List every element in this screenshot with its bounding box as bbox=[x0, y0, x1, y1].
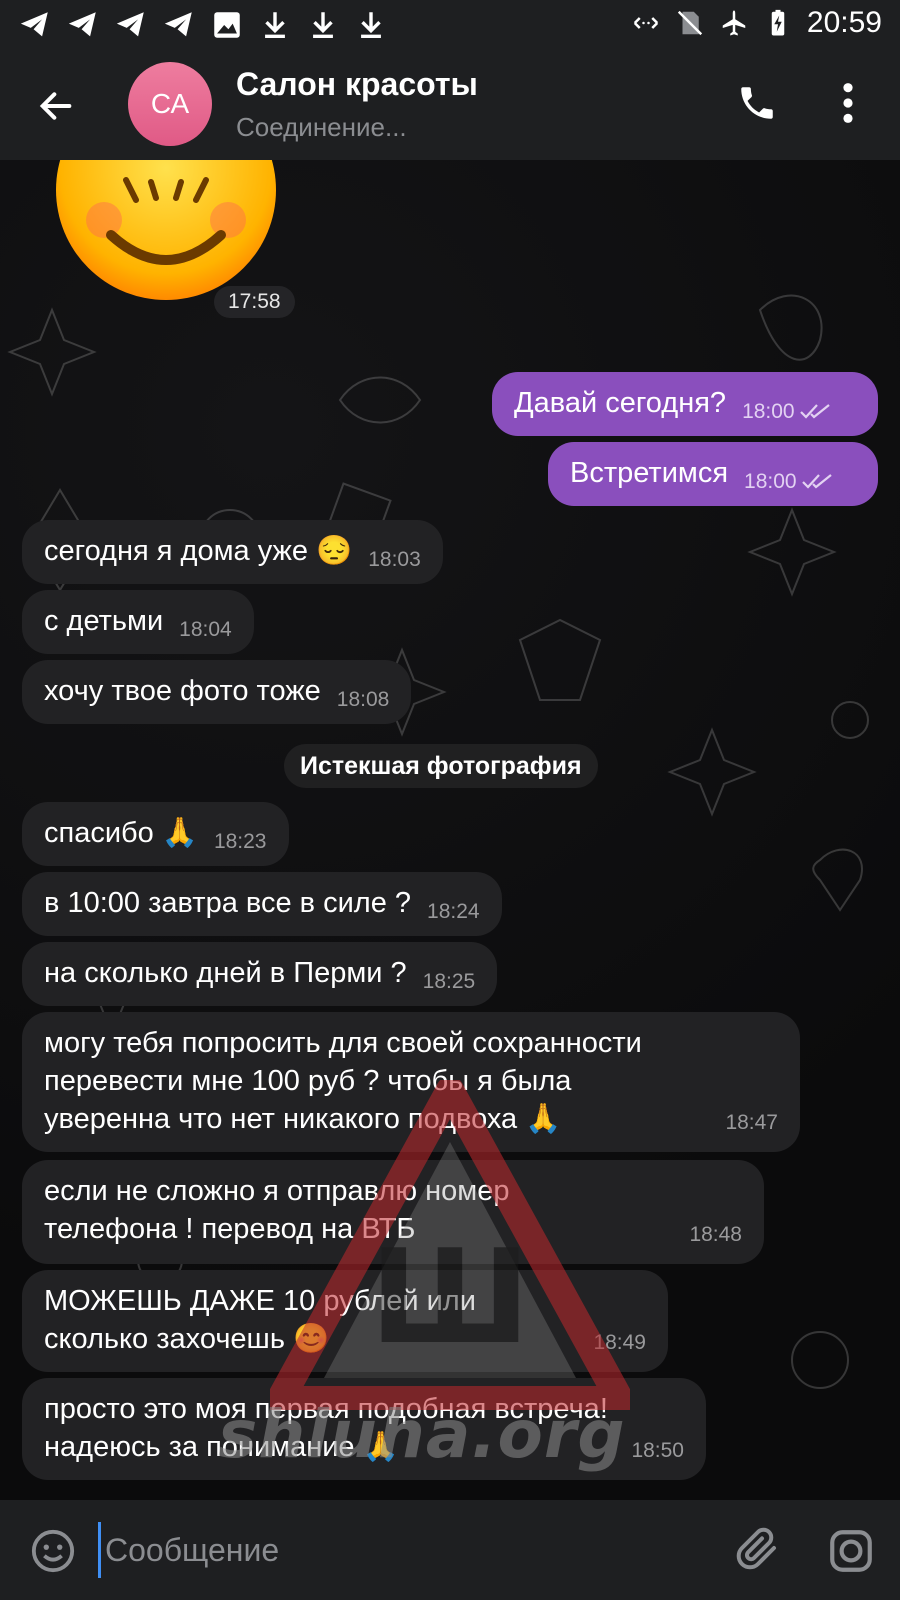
outgoing-message[interactable]: Встретимся 18:00 bbox=[548, 442, 878, 506]
telegram-icon bbox=[164, 12, 192, 37]
telegram-icon bbox=[116, 12, 144, 37]
message-time: 18:48 bbox=[689, 1223, 742, 1246]
telegram-icon bbox=[20, 12, 48, 37]
connection-status: Соединение... bbox=[236, 112, 407, 142]
clock: 20:59 bbox=[806, 6, 882, 39]
double-check-icon bbox=[799, 404, 830, 419]
message-time: 18:00 bbox=[744, 463, 835, 501]
double-check-icon bbox=[801, 474, 832, 489]
system-icons: 20:59 bbox=[631, 6, 882, 40]
download-icon bbox=[361, 12, 381, 39]
data-saver-icon bbox=[633, 17, 659, 29]
sticker-timestamp: 17:58 bbox=[214, 286, 295, 318]
no-sim-icon bbox=[677, 10, 703, 36]
message-input-bar: Сообщение bbox=[0, 1500, 900, 1600]
message-time: 18:24 bbox=[427, 900, 480, 923]
message-text: с детьми bbox=[44, 605, 164, 637]
incoming-message[interactable]: на сколько дней в Перми ? 18:25 bbox=[22, 942, 498, 1006]
chat-messages[interactable]: 17:58 Давай сегодня? 18:00 Встретимся 18:0… bbox=[0, 160, 900, 1500]
message-time: 18:25 bbox=[422, 970, 476, 993]
expired-photo-notice[interactable]: Истекшая фотография bbox=[284, 744, 598, 788]
notification-icons bbox=[18, 8, 388, 42]
chat-title[interactable]: Салон красоты bbox=[236, 66, 478, 103]
emoji-icon[interactable] bbox=[30, 1528, 76, 1574]
incoming-message[interactable]: спасибо 🙏 18:23 bbox=[22, 802, 289, 866]
download-icon bbox=[265, 12, 285, 39]
incoming-message[interactable]: в 10:00 завтра все в силе ? 18:24 bbox=[22, 872, 502, 936]
message-time: 18:00 bbox=[742, 393, 833, 431]
message-text: спасибо 🙏 bbox=[44, 817, 198, 849]
message-time: 18:04 bbox=[179, 618, 232, 641]
message-text: Встретимся bbox=[570, 457, 729, 489]
message-text: хочу твое фото тоже bbox=[44, 675, 321, 707]
download-icon bbox=[313, 12, 333, 39]
phone-call-icon[interactable] bbox=[736, 82, 778, 124]
battery-charging-icon bbox=[771, 9, 785, 36]
video-message-icon[interactable] bbox=[826, 1526, 876, 1576]
message-time: 18:50 bbox=[631, 1439, 684, 1462]
outgoing-message[interactable]: Давай сегодня? 18:00 bbox=[492, 372, 878, 436]
status-bar: 20:59 bbox=[0, 0, 900, 52]
incoming-message[interactable]: с детьми 18:04 bbox=[22, 590, 254, 654]
watermark-text: shluha.org bbox=[218, 1396, 626, 1473]
incoming-message[interactable]: сегодня я дома уже 😔 18:03 bbox=[22, 520, 443, 584]
avatar[interactable]: СА bbox=[128, 62, 212, 146]
incoming-message[interactable]: хочу твое фото тоже 18:08 bbox=[22, 660, 412, 724]
message-text: сегодня я дома уже 😔 bbox=[44, 535, 353, 567]
paperclip-icon[interactable] bbox=[734, 1526, 782, 1574]
telegram-icon bbox=[68, 12, 96, 37]
image-icon bbox=[214, 12, 240, 38]
message-text: в 10:00 завтра все в силе ? bbox=[44, 887, 412, 919]
message-text: Давай сегодня? bbox=[514, 387, 727, 419]
airplane-icon bbox=[722, 10, 746, 36]
watermark-sign-text: Ш bbox=[370, 1221, 531, 1373]
message-time: 18:47 bbox=[725, 1111, 778, 1134]
chat-header: СА Салон красоты Соединение... bbox=[0, 52, 900, 160]
message-input[interactable]: Сообщение bbox=[98, 1522, 698, 1578]
message-time: 18:08 bbox=[336, 688, 390, 711]
more-vert-icon[interactable] bbox=[838, 80, 858, 126]
message-time: 18:03 bbox=[368, 548, 421, 571]
watermark-warning-sign: Ш bbox=[270, 1080, 630, 1410]
message-time: 18:23 bbox=[213, 830, 267, 853]
back-arrow-icon[interactable] bbox=[36, 86, 76, 126]
message-text: на сколько дней в Перми ? bbox=[44, 957, 407, 989]
